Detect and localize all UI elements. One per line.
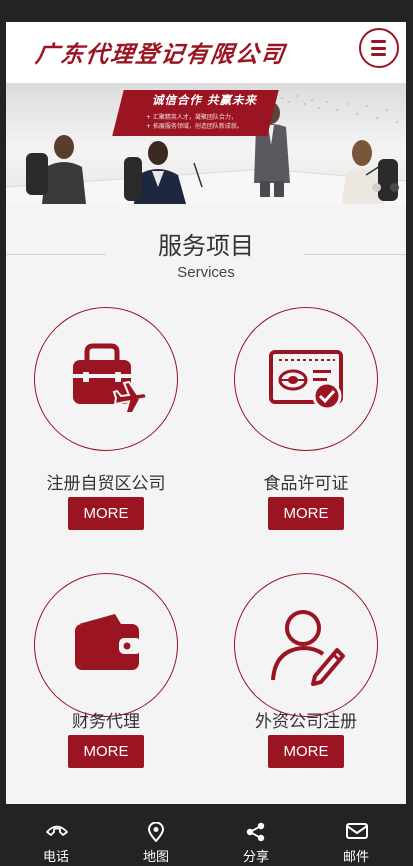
service-label[interactable]: 注册自贸区公司 (6, 469, 206, 494)
section-title: 服务项目 (158, 232, 254, 260)
services-section: 服务项目 Services 注册自贸区公司 MORE 食品许可证 MORE 财务… (6, 204, 406, 804)
share-icon (246, 822, 265, 842)
nav-map[interactable]: 地图 (106, 804, 206, 866)
more-button[interactable]: MORE (268, 735, 344, 768)
user-edit-icon (271, 610, 345, 686)
menu-bar (371, 46, 386, 50)
nav-label: 分享 (242, 850, 269, 865)
company-logo[interactable]: 广东代理登记有限公司 (34, 35, 289, 69)
service-card-finance[interactable] (34, 573, 178, 717)
header: 广东代理登记有限公司 (6, 22, 406, 83)
nav-share[interactable]: 分享 (206, 804, 306, 866)
more-button[interactable]: MORE (268, 497, 344, 530)
service-card-food-license[interactable] (234, 307, 378, 451)
service-label[interactable]: 外资公司注册 (206, 707, 406, 732)
nav-label: 地图 (142, 850, 169, 865)
banner-slogan: 诚信合作 共赢未来 (152, 93, 258, 107)
nav-label: 邮件 (342, 850, 369, 865)
service-card-free-trade[interactable] (34, 307, 178, 451)
bottom-nav: 电话 地图 分享 邮件 (6, 804, 406, 866)
nav-mail[interactable]: 邮件 (306, 804, 406, 866)
menu-bar (371, 53, 386, 56)
top-frame (0, 0, 413, 22)
right-frame (406, 0, 413, 866)
more-button[interactable]: MORE (68, 497, 144, 530)
map-pin-icon (147, 822, 165, 842)
service-label[interactable]: 财务代理 (6, 707, 206, 732)
banner-slogan-line: + 汇聚精英人才，凝聚团队合力， (146, 114, 237, 121)
section-subtitle: Services (177, 264, 235, 281)
menu-icon[interactable] (359, 28, 399, 68)
slide-dot-active[interactable] (390, 183, 399, 192)
menu-bar (371, 40, 386, 43)
more-button[interactable]: MORE (68, 735, 144, 768)
service-card-foreign-company[interactable] (234, 573, 378, 717)
phone-icon (46, 825, 68, 836)
banner-slogan-line: + 拓展服务领域，创造团队新成就。 (146, 123, 243, 130)
wallet-icon (75, 614, 141, 670)
slide-dot[interactable] (372, 183, 381, 192)
nav-phone[interactable]: 电话 (6, 804, 106, 866)
briefcase-plane-icon (71, 343, 149, 412)
page: 广东代理登记有限公司 诚信合作 共赢未来 + 汇聚精英人才，凝聚团队合力， + … (0, 0, 413, 866)
license-card-icon (269, 350, 343, 411)
mail-icon (346, 823, 368, 839)
hero-banner[interactable]: 诚信合作 共赢未来 + 汇聚精英人才，凝聚团队合力， + 拓展服务领域，创造团队… (6, 83, 406, 204)
service-label[interactable]: 食品许可证 (206, 469, 406, 494)
nav-label: 电话 (42, 850, 69, 865)
